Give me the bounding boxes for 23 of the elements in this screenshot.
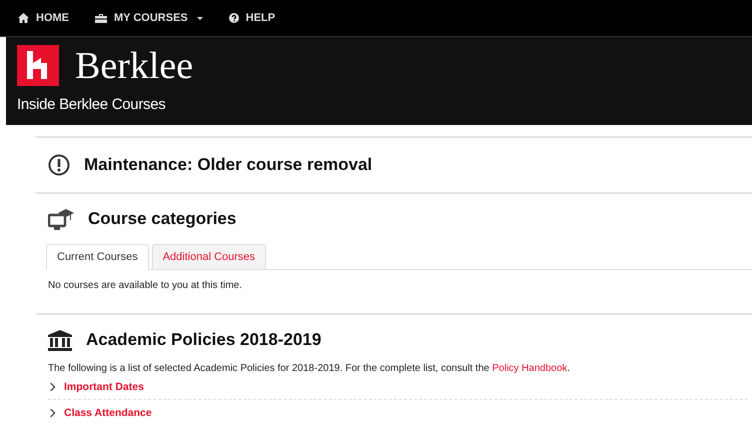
institution-icon [48,330,72,350]
section-heading: Academic Policies 2018-2019 [86,330,322,350]
exclamation-icon [48,154,70,176]
nav-link[interactable]: HELP [228,12,276,24]
empty-message: No courses are available to you at this time. [48,279,243,293]
nav-link[interactable]: MY COURSES [95,12,203,24]
brand-name: Berklee [75,46,194,86]
computer-cap-icon [48,208,74,230]
handbook-link[interactable]: Policy Handbook [492,363,568,374]
briefcase-icon [95,14,107,22]
policy-link[interactable]: Important Dates [64,380,144,392]
policy-link[interactable]: Class Attendance [64,406,152,418]
tab[interactable]: Current Courses [46,244,149,270]
caret-icon [196,16,203,20]
logo-icon [17,45,59,86]
home-icon [18,13,29,23]
intro-paragraph: The following is a list of selected Academic Policies for 2018-2019. For the complete list, consult the Policy Handbook. [48,363,571,374]
help-icon [228,13,239,23]
tab[interactable]: Additional Courses [152,244,266,269]
section-heading: Maintenance: Older course removal [84,155,372,175]
nav-link[interactable]: HOME [18,12,69,24]
section-heading: Course categories [88,209,236,229]
site-subtitle: Inside Berklee Courses [17,96,166,113]
